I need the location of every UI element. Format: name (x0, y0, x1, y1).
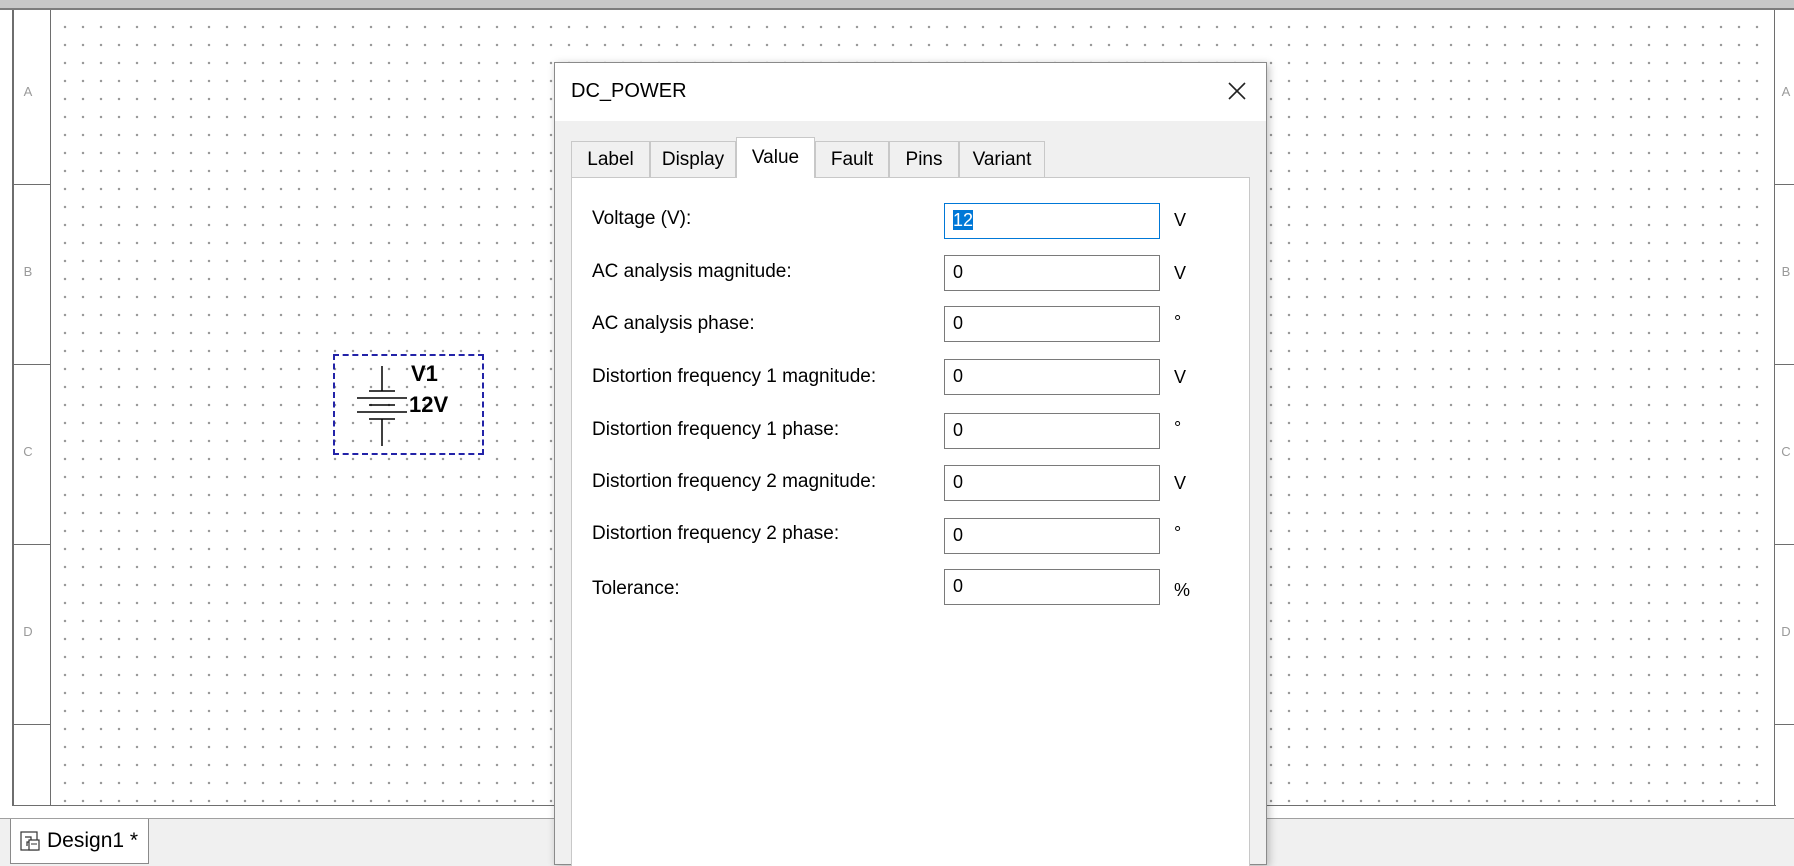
zone-divider (12, 364, 50, 365)
tolerance-label: Tolerance: (592, 578, 680, 599)
distortion-f2-magnitude-value: 0 (953, 472, 964, 492)
zone-divider (12, 184, 50, 185)
voltage-field[interactable]: 12 (944, 203, 1160, 239)
zone-label-left: C (23, 444, 33, 459)
dialog-title: DC_POWER (571, 80, 687, 102)
ac-phase-field[interactable]: 0 (944, 306, 1160, 342)
zone-label-right: A (1781, 84, 1791, 99)
design-tab-label: Design1 * (47, 829, 139, 852)
voltage-label: Voltage (V): (592, 208, 692, 229)
zone-divider (1775, 364, 1794, 365)
ac-magnitude-unit: V (1174, 263, 1187, 283)
zone-divider (12, 544, 50, 545)
tab-label[interactable]: Label (571, 141, 650, 177)
battery-symbol-icon (357, 366, 407, 446)
workspace-top-border (0, 0, 1794, 10)
tab-fault[interactable]: Fault (815, 141, 889, 177)
zone-divider (1775, 544, 1794, 545)
distortion-f1-magnitude-value: 0 (953, 366, 964, 386)
close-icon (1228, 82, 1246, 100)
distortion-f1-phase-unit: ° (1174, 418, 1182, 438)
dc-power-properties-dialog: DC_POWER Label Display Value Fault Pins … (554, 62, 1267, 866)
distortion-f2-magnitude-label: Distortion frequency 2 magnitude: (592, 471, 877, 492)
voltage-value: 12 (953, 210, 974, 230)
distortion-f2-magnitude-unit: V (1174, 473, 1187, 493)
ac-phase-label: AC analysis phase: (592, 313, 755, 334)
ac-phase-value: 0 (953, 313, 964, 333)
distortion-f2-phase-field[interactable]: 0 (944, 518, 1160, 554)
tab-pins[interactable]: Pins (889, 141, 959, 177)
ac-magnitude-label: AC analysis magnitude: (592, 261, 792, 282)
zone-label-left: D (23, 624, 33, 639)
component-reference: V1 (411, 361, 438, 386)
zone-label-right: C (1781, 444, 1791, 459)
tolerance-field[interactable]: 0 (944, 569, 1160, 605)
distortion-f2-phase-label: Distortion frequency 2 phase: (592, 523, 840, 544)
component-value: 12V (409, 392, 449, 417)
tolerance-value: 0 (953, 576, 964, 596)
distortion-f1-magnitude-unit: V (1174, 367, 1187, 387)
dialog-titlebar[interactable]: DC_POWER (555, 63, 1266, 121)
voltage-unit: V (1174, 210, 1187, 230)
tab-variant[interactable]: Variant (959, 141, 1045, 177)
distortion-f1-phase-label: Distortion frequency 1 phase: (592, 419, 840, 440)
close-button[interactable] (1218, 72, 1256, 110)
sheet-border-left (12, 10, 14, 805)
design-tab[interactable]: Design1 * (10, 819, 150, 864)
distortion-f2-phase-unit: ° (1174, 523, 1182, 543)
zone-label-right: B (1781, 264, 1791, 279)
schematic-document-icon (20, 831, 40, 851)
zone-divider (1775, 724, 1794, 725)
zone-divider (1775, 184, 1794, 185)
ac-phase-unit: ° (1174, 312, 1182, 332)
distortion-f1-magnitude-field[interactable]: 0 (944, 359, 1160, 395)
distortion-f2-phase-value: 0 (953, 525, 964, 545)
distortion-f2-magnitude-field[interactable]: 0 (944, 465, 1160, 501)
ac-magnitude-field[interactable]: 0 (944, 255, 1160, 291)
distortion-f1-phase-field[interactable]: 0 (944, 413, 1160, 449)
zone-label-left: A (23, 84, 33, 99)
zone-label-left: B (23, 264, 33, 279)
tab-display[interactable]: Display (650, 141, 736, 177)
dc-power-component[interactable]: V1 12V (333, 354, 484, 455)
ac-magnitude-value: 0 (953, 262, 964, 282)
distortion-f1-magnitude-label: Distortion frequency 1 magnitude: (592, 366, 877, 387)
zone-label-right: D (1781, 624, 1791, 639)
distortion-f1-phase-value: 0 (953, 420, 964, 440)
tab-value[interactable]: Value (736, 137, 815, 178)
sheet-border-right (1774, 10, 1775, 805)
sheet-border-inner-left (50, 10, 51, 805)
zone-divider (12, 724, 50, 725)
tolerance-unit: % (1174, 580, 1191, 600)
